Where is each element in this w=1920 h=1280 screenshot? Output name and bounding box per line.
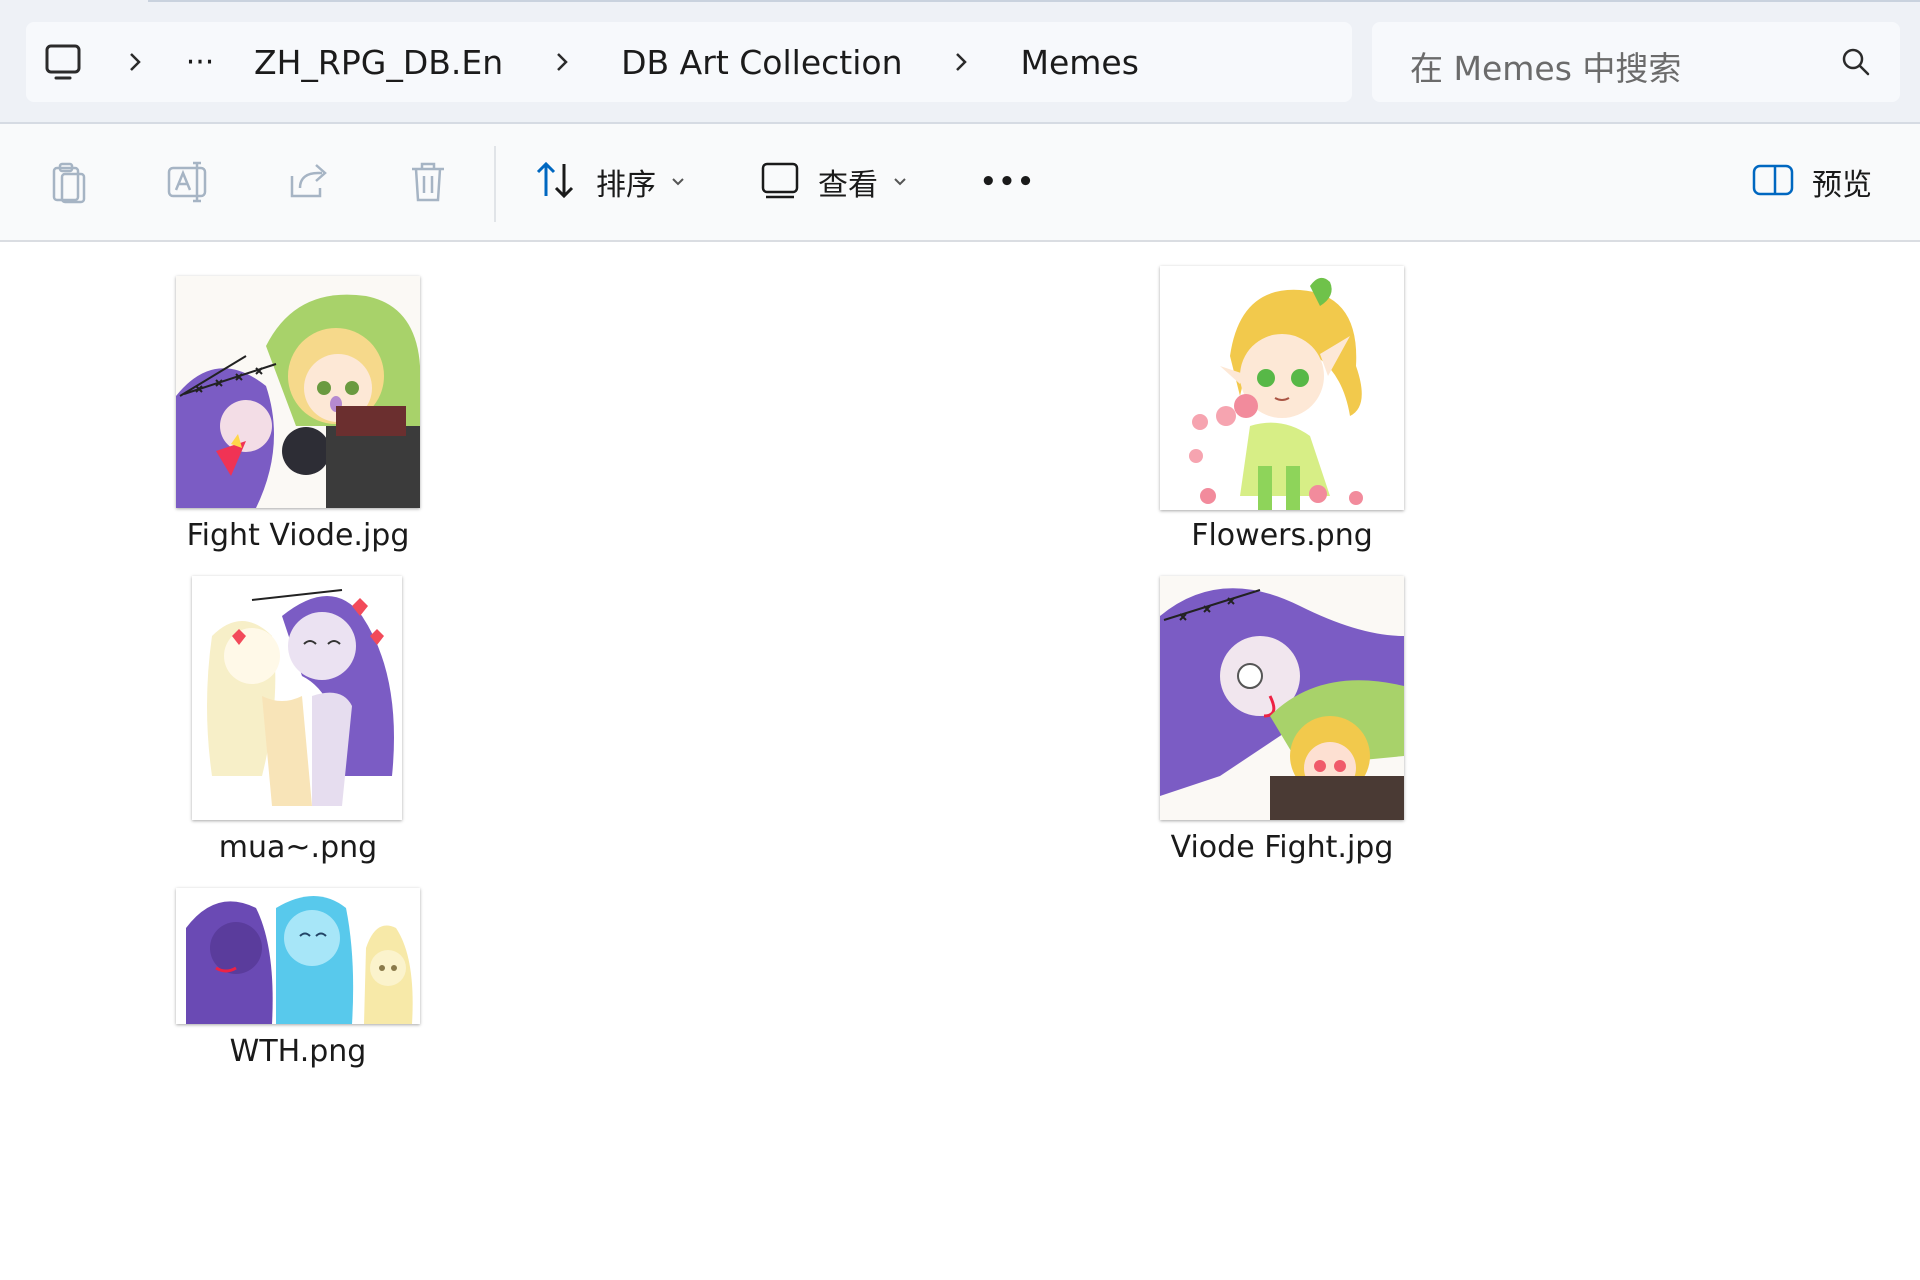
image-thumbnail[interactable]: [1160, 266, 1404, 510]
preview-pane-icon: [1752, 163, 1794, 201]
image-thumbnail[interactable]: [176, 888, 420, 1024]
breadcrumb-overflow[interactable]: ···: [170, 22, 230, 102]
chevron-down-icon: [892, 173, 908, 192]
more-icon: •••: [980, 167, 1036, 197]
file-name[interactable]: Viode Fight.jpg: [1130, 830, 1434, 865]
rename-icon[interactable]: [166, 160, 210, 208]
view-icon: [760, 160, 800, 204]
chevron-right-icon[interactable]: [926, 22, 996, 102]
search-placeholder: 在 Memes 中搜索: [1410, 49, 1682, 88]
breadcrumb-item[interactable]: ZH_RPG_DB.En: [230, 43, 527, 82]
search-icon[interactable]: [1840, 46, 1872, 82]
delete-icon[interactable]: [408, 160, 448, 208]
file-name[interactable]: Flowers.png: [1130, 518, 1434, 553]
file-name[interactable]: Fight Viode.jpg: [146, 518, 450, 553]
preview-label: 预览: [1812, 168, 1872, 203]
file-name[interactable]: mua~.png: [146, 830, 450, 865]
title-address-area: ··· ZH_RPG_DB.En DB Art Collection Memes…: [0, 0, 1920, 124]
sort-label: 排序: [596, 168, 656, 203]
chevron-down-icon: [670, 173, 686, 192]
more-options-button[interactable]: •••: [980, 156, 1036, 208]
image-thumbnail[interactable]: [192, 576, 402, 820]
this-pc-icon[interactable]: [26, 22, 100, 102]
view-label: 查看: [818, 168, 878, 203]
breadcrumb-overflow-label: ···: [185, 44, 215, 80]
breadcrumb-item[interactable]: Memes: [996, 43, 1162, 82]
image-thumbnail[interactable]: [176, 276, 420, 508]
toolbar-divider: [494, 146, 496, 222]
chevron-right-icon[interactable]: [527, 22, 597, 102]
view-button[interactable]: 查看: [760, 156, 908, 208]
search-box[interactable]: 在 Memes 中搜索: [1372, 22, 1900, 102]
command-bar: 排序 查看 ••• 预览: [0, 124, 1920, 242]
image-thumbnail[interactable]: [1160, 576, 1404, 820]
chevron-right-icon[interactable]: [100, 22, 170, 102]
file-name[interactable]: WTH.png: [146, 1034, 450, 1069]
tab-edge: [148, 0, 1920, 2]
preview-pane-button[interactable]: 预览: [1752, 156, 1872, 208]
sort-icon: [534, 160, 578, 204]
breadcrumb-item[interactable]: DB Art Collection: [597, 43, 926, 82]
copy-icon[interactable]: [48, 160, 90, 208]
sort-button[interactable]: 排序: [534, 156, 686, 208]
address-bar[interactable]: ··· ZH_RPG_DB.En DB Art Collection Memes: [26, 22, 1352, 102]
share-icon[interactable]: [288, 160, 330, 206]
